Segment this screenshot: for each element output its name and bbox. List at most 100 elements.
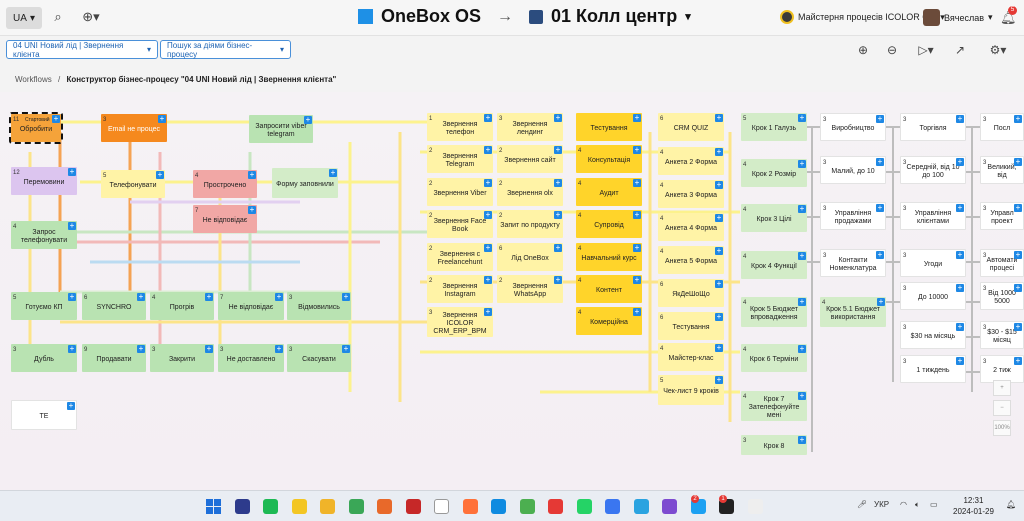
add-step-icon[interactable]: + xyxy=(484,146,492,154)
add-step-icon[interactable]: + xyxy=(956,323,964,331)
workflow-node[interactable]: 3 1 тиждень + xyxy=(900,355,966,383)
add-step-icon[interactable]: + xyxy=(798,298,806,306)
workflow-node[interactable]: 4 Консультація + xyxy=(576,145,642,173)
workflow-node[interactable]: 9 Продавати + xyxy=(82,344,146,372)
add-step-icon[interactable]: + xyxy=(715,181,723,189)
workflow-node[interactable]: 5 Готуємо КП + xyxy=(11,292,77,320)
explorer-app-icon[interactable] xyxy=(320,499,335,514)
green-app-app-icon[interactable] xyxy=(348,499,364,514)
add-step-icon[interactable]: + xyxy=(715,280,723,288)
workflow-node[interactable]: 6 Тестування + xyxy=(658,312,724,340)
add-step-icon[interactable]: + xyxy=(484,244,492,252)
add-step-icon[interactable]: + xyxy=(1014,115,1022,123)
workflow-node[interactable]: 4 Анкета 4 Форма + xyxy=(658,213,724,241)
workflow-node[interactable]: 2 Звернення с Freelancehunt + xyxy=(427,243,493,271)
add-step-icon[interactable]: + xyxy=(137,345,145,353)
workflow-node[interactable]: 5 Чек-лист 9 кроків + xyxy=(658,375,724,405)
workflow-node[interactable]: 1 Звернення телефон + xyxy=(427,113,493,141)
add-step-icon[interactable]: + xyxy=(798,205,806,213)
add-step-icon[interactable]: + xyxy=(956,204,964,212)
add-step-icon[interactable]: + xyxy=(798,160,806,168)
zoom-out-icon[interactable]: ⊖ xyxy=(885,43,899,57)
add-step-icon[interactable]: + xyxy=(554,146,562,154)
workflow-node[interactable]: 3 Дубль + xyxy=(11,344,77,372)
workflow-node[interactable]: 3 Угоди + xyxy=(900,249,966,277)
add-step-icon[interactable]: + xyxy=(275,293,283,301)
add-step-icon[interactable]: + xyxy=(715,148,723,156)
add-step-icon[interactable]: + xyxy=(158,115,166,123)
add-step-icon[interactable]: + xyxy=(956,251,964,259)
workflow-node[interactable]: 4 Контент + xyxy=(576,275,642,303)
add-step-icon[interactable]: + xyxy=(137,293,145,301)
notification-center-icon[interactable]: 🔔︎ xyxy=(1006,500,1016,509)
add-step-icon[interactable]: + xyxy=(633,146,641,154)
add-step-icon[interactable]: + xyxy=(68,222,76,230)
workflow-node[interactable]: 6 CRM QUIZ + xyxy=(658,113,724,141)
export-icon[interactable]: ↗ xyxy=(953,43,967,57)
workflow-node[interactable]: 3 Від 1000 5000 + xyxy=(980,282,1024,310)
add-step-icon[interactable]: + xyxy=(956,115,964,123)
add-step-icon[interactable]: + xyxy=(633,211,641,219)
add-step-icon[interactable]: + xyxy=(484,179,492,187)
action-search-select[interactable]: Пошук за діями бізнес-процесу ▾ xyxy=(160,40,291,59)
workflow-node[interactable]: 3 Скасувати + xyxy=(287,344,351,372)
workflow-node[interactable]: 4 Майстер-клас + xyxy=(658,343,724,371)
zoom-out-button[interactable]: − xyxy=(993,400,1011,416)
add-step-icon[interactable]: + xyxy=(956,357,964,365)
workflow-node[interactable]: 3 Закрити + xyxy=(150,344,214,372)
workflow-node[interactable]: 6 ЯкДеШоЩо + xyxy=(658,279,724,307)
add-step-icon[interactable]: + xyxy=(715,376,723,384)
edge-app-icon[interactable] xyxy=(491,499,506,514)
workflow-node[interactable]: 3 Звернення лендинг + xyxy=(497,113,563,141)
workflow-node[interactable]: 3 Відмовились + xyxy=(287,292,351,320)
zoom-in-icon[interactable]: ⊕ xyxy=(856,43,870,57)
workflow-node[interactable]: 2 Звернення сайт + xyxy=(497,145,563,173)
chrome-app-icon[interactable] xyxy=(519,499,535,514)
workflow-node[interactable]: 3 Звернення ICOLOR CRM_ERP_BPM + xyxy=(427,307,493,337)
add-step-icon[interactable]: + xyxy=(715,114,723,122)
add-step-icon[interactable]: + xyxy=(715,313,723,321)
user-menu[interactable]: Вячеслав ▾ xyxy=(923,9,993,26)
microphone-icon[interactable]: 🎤︎ xyxy=(857,500,867,509)
add-step-icon[interactable]: + xyxy=(342,293,350,301)
workspace-selector[interactable]: Майстерня процесів ICOLOR C... ▾ xyxy=(780,10,945,24)
add-step-icon[interactable]: + xyxy=(1014,357,1022,365)
workflow-node[interactable]: 3 Крок 8 + xyxy=(741,435,807,455)
workflow-node[interactable]: 4 Крок 5 Бюджет впровадження + xyxy=(741,297,807,327)
add-step-icon[interactable]: + xyxy=(554,244,562,252)
workflow-node[interactable]: 4 Анкета 5 Форма + xyxy=(658,246,724,274)
add-step-icon[interactable]: + xyxy=(876,251,884,259)
workflow-node[interactable]: 3 $30 на місяць + xyxy=(900,321,966,349)
workflow-node[interactable]: 2 Звернення Viber + xyxy=(427,178,493,206)
play-menu-icon[interactable]: ▷▾ xyxy=(915,43,937,57)
workflow-node[interactable]: 4 Анкета 2 Форма + xyxy=(658,147,724,175)
workflow-node[interactable]: 3 Управління клієнтами + xyxy=(900,202,966,230)
workflow-node[interactable]: Форму заповнили + xyxy=(272,168,338,198)
add-step-icon[interactable]: + xyxy=(633,244,641,252)
workflow-node[interactable]: 4 Крок 7 Зателефонуйте мені + xyxy=(741,391,807,421)
wolf-app-icon[interactable] xyxy=(747,499,763,514)
add-step-icon[interactable]: + xyxy=(876,158,884,166)
add-step-icon[interactable]: + xyxy=(1014,323,1022,331)
zoom-fit-button[interactable]: 100% xyxy=(993,420,1011,436)
opera-app-icon[interactable] xyxy=(548,499,563,514)
workflow-node[interactable]: 4 Супровід + xyxy=(576,210,642,238)
add-step-icon[interactable]: + xyxy=(798,252,806,260)
breadcrumb-root[interactable]: Workflows xyxy=(15,75,52,84)
workflow-node[interactable]: 5 Телефонувати + xyxy=(101,170,165,198)
workflow-canvas[interactable]: 11 Стартовий Обробити +3 Email не процес + Зап… xyxy=(0,92,1024,490)
add-step-icon[interactable]: + xyxy=(554,179,562,187)
workflow-node[interactable]: 4 Комерційна + xyxy=(576,307,642,335)
add-step-icon[interactable]: + xyxy=(876,115,884,123)
add-step-icon[interactable]: + xyxy=(633,114,641,122)
workflow-node[interactable]: 6 Лід OneBox + xyxy=(497,243,563,271)
add-step-icon[interactable]: + xyxy=(484,276,492,284)
workflow-node[interactable]: Запросити viber telegram + xyxy=(249,115,313,143)
add-step-icon[interactable]: + xyxy=(554,211,562,219)
workflow-node[interactable]: 7 Не відповідає + xyxy=(218,292,284,320)
add-step-icon[interactable]: + xyxy=(715,247,723,255)
add-step-icon[interactable]: + xyxy=(715,214,723,222)
workflow-node[interactable]: 4 Навчальний курс + xyxy=(576,243,642,271)
workflow-node[interactable]: 4 Анкета 3 Форма + xyxy=(658,180,724,208)
workflow-node[interactable]: 4 Крок 6 Терміни + xyxy=(741,344,807,372)
